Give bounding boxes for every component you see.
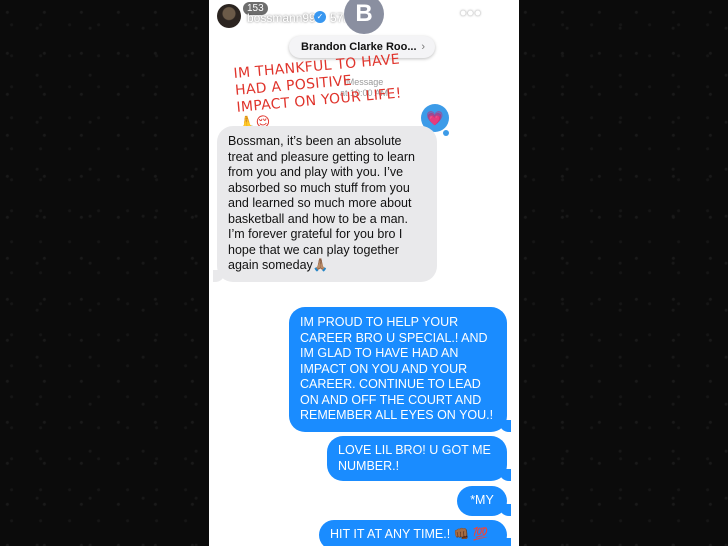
more-options-icon[interactable]: ••• <box>460 3 482 24</box>
message-bubble-outgoing[interactable]: HIT IT AT ANY TIME.! 👊🏾 💯 <box>319 520 511 546</box>
verified-badge-icon: ✓ <box>314 11 326 23</box>
handwritten-caption: IM THANKFUL TO HAVE HAD A POSITIVE IMPAC… <box>233 51 403 133</box>
story-screenshot: 153 bossmann99 ✓ 57m ••• B Brandon Clark… <box>209 0 519 546</box>
message-bubble-outgoing[interactable]: IM PROUD TO HELP YOUR CAREER BRO U SPECI… <box>289 307 511 432</box>
message-bubble-incoming[interactable]: Bossman, it’s been an absolute treat and… <box>213 126 437 282</box>
close-icon[interactable] <box>485 4 507 26</box>
chevron-right-icon: › <box>421 41 425 53</box>
story-username[interactable]: bossmann99 <box>247 11 316 25</box>
message-bubble-outgoing[interactable]: LOVE LIL BRO! U GOT ME NUMBER.! <box>327 436 511 481</box>
profile-avatar[interactable] <box>217 4 241 28</box>
message-bubble-outgoing[interactable]: *MY <box>457 486 511 516</box>
